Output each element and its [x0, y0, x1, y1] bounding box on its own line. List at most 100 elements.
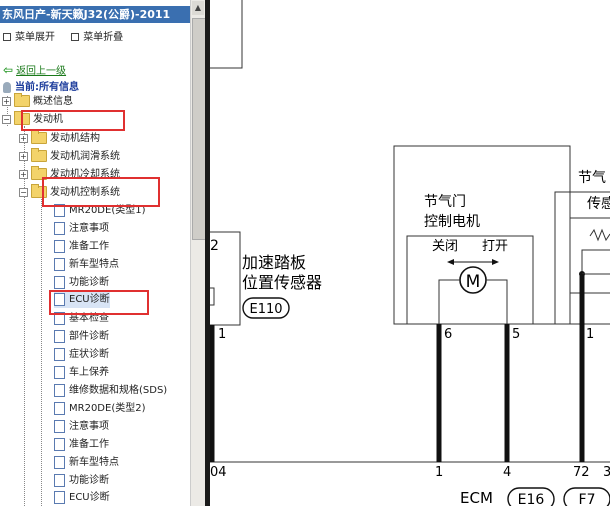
tree-item-doc[interactable]: ECU诊断 [54, 490, 110, 506]
document-icon [54, 347, 65, 361]
tree-item-doc[interactable]: 症状诊断 [54, 347, 109, 363]
tree-item-label: 新车型特点 [69, 457, 119, 468]
tree-item-doc[interactable]: 新车型特点 [54, 455, 119, 471]
tree-item-label: 功能诊断 [69, 475, 109, 486]
tree-item-engine-structure[interactable]: + 发动机结构 [19, 130, 100, 147]
document-icon [54, 239, 65, 253]
scrollbar-thumb[interactable] [192, 18, 205, 240]
document-icon [54, 473, 65, 487]
arrow-right-icon [492, 259, 499, 265]
user-icon [3, 81, 11, 93]
back-link[interactable]: 返回上一级 [16, 66, 66, 77]
tree-item-label: 新车型特点 [69, 259, 119, 270]
scroll-up-icon[interactable]: ▲ [192, 1, 204, 15]
pedal-sensor-fragment: 2 [210, 238, 219, 254]
throttle-motor-pin-left: 6 [444, 327, 452, 342]
tree-item-label: ECU诊断 [69, 492, 110, 503]
document-icon [54, 401, 65, 415]
throttle-close-label: 关闭 [432, 239, 458, 254]
highlight-box [49, 290, 149, 315]
tree-item-lubrication[interactable]: + 发动机润滑系统 [19, 148, 120, 165]
expand-plus-icon[interactable]: + [19, 169, 28, 179]
ecm-pin-4: 4 [503, 465, 511, 480]
arrow-left-icon [447, 259, 454, 265]
menu-bar: 菜单展开 菜单折叠 [0, 28, 190, 44]
expand-plus-icon[interactable]: + [19, 151, 28, 161]
collapse-minus-icon[interactable]: − [2, 114, 11, 124]
wiring-diagram: 2 加速踏板 位置传感器 E110 1 04 节气门 控制电机 关闭 打开 M … [210, 0, 610, 506]
document-icon [54, 257, 65, 271]
motor-lead-left [438, 279, 460, 324]
throttle-motor-label-line2: 控制电机 [424, 214, 480, 230]
navigation-sidebar: 东风日产-新天籁J32(公爵)-2011 菜单展开 菜单折叠 ⇦ 返回上一级 当前… [0, 0, 206, 506]
menu-expand-label: 菜单展开 [15, 32, 55, 43]
tree-item-doc[interactable]: 车上保养 [54, 365, 109, 381]
menu-expand-button[interactable]: 菜单展开 [0, 28, 55, 43]
document-icon [54, 455, 65, 469]
tree-item-doc[interactable]: 注意事项 [54, 419, 109, 435]
tree-line [41, 199, 42, 506]
menu-collapse-label: 菜单折叠 [83, 32, 124, 43]
ecm-pin-72: 72 [573, 465, 590, 480]
current-location-label: 当前:所有信息 [15, 82, 79, 93]
tree-item-doc[interactable]: 部件诊断 [54, 329, 109, 345]
window-title: 东风日产-新天籁J32(公爵)-2011 [0, 6, 191, 23]
pedal-sensor-label-line1: 加速踏板 [242, 253, 306, 272]
throttle-sensor-label-line2: 传感 [587, 195, 610, 212]
document-icon [54, 419, 65, 433]
wiring-diagram-pane: 2 加速踏板 位置传感器 E110 1 04 节气门 控制电机 关闭 打开 M … [210, 0, 610, 506]
tree-item-label: 功能诊断 [69, 277, 109, 288]
tree-item-doc[interactable]: 注意事项 [54, 221, 109, 237]
tree-item-label: 症状诊断 [69, 349, 109, 360]
highlight-box [42, 177, 160, 207]
tree-item-label: MR20DE(类型2) [69, 403, 146, 414]
ecm-label: ECM [460, 489, 493, 506]
tree-item-label: 车上保养 [69, 367, 109, 378]
sidebar-scrollbar[interactable]: ▲ [190, 0, 205, 506]
document-icon [54, 275, 65, 289]
document-icon [54, 490, 65, 504]
tree-item-doc[interactable]: 功能诊断 [54, 275, 109, 291]
tree-item-doc[interactable]: 准备工作 [54, 437, 109, 453]
folder-icon [31, 148, 47, 162]
ecm-pin-3: 3 [603, 465, 610, 480]
tree-item-doc[interactable]: 功能诊断 [54, 473, 109, 489]
tree-item-label: 概述信息 [33, 96, 73, 107]
expand-plus-icon[interactable]: + [19, 133, 28, 143]
pedal-sensor-pin: 1 [218, 327, 226, 342]
tree-item-overview[interactable]: + 概述信息 [2, 93, 73, 110]
tree-item-label: 发动机润滑系统 [50, 151, 120, 162]
tree-item-doc[interactable]: 新车型特点 [54, 257, 119, 273]
throttle-open-label: 打开 [482, 239, 508, 254]
back-link-row[interactable]: ⇦ 返回上一级 [3, 62, 66, 77]
tree-item-label: 准备工作 [69, 439, 109, 450]
ecm-connector-f7: F7 [579, 492, 596, 506]
ecm-pin-1: 1 [435, 465, 443, 480]
frame-line [210, 0, 243, 69]
tree-item-label: 注意事项 [69, 421, 109, 432]
current-location: 当前:所有信息 [3, 78, 79, 93]
motor-lead-right [486, 279, 508, 324]
expand-plus-icon[interactable]: + [2, 96, 11, 106]
potentiometer-icon [589, 228, 610, 242]
tree-line [24, 126, 25, 506]
ecm-connector-e16: E16 [518, 492, 545, 506]
folder-icon [14, 93, 30, 107]
tree-item-doc[interactable]: 维修数据和规格(SDS) [54, 383, 167, 399]
folder-icon [31, 130, 47, 144]
tree-item-label: 发动机结构 [50, 133, 100, 144]
collapse-minus-icon[interactable]: − [19, 187, 28, 197]
pedal-sensor-label-line2: 位置传感器 [242, 273, 322, 292]
document-icon [54, 365, 65, 379]
collapse-icon [71, 33, 80, 41]
menu-collapse-button[interactable]: 菜单折叠 [68, 28, 123, 43]
throttle-motor-pin-right: 5 [512, 327, 520, 342]
tree-item-doc[interactable]: MR20DE(类型2) [54, 401, 145, 417]
tree-item-doc[interactable]: 准备工作 [54, 239, 109, 255]
tree-item-label: 维修数据和规格(SDS) [69, 385, 168, 396]
tree-item-label: 准备工作 [69, 241, 109, 252]
document-icon [54, 221, 65, 235]
motor-symbol-letter: M [466, 272, 481, 292]
expand-icon [3, 33, 11, 41]
throttle-sensor-inner-box [569, 217, 610, 294]
